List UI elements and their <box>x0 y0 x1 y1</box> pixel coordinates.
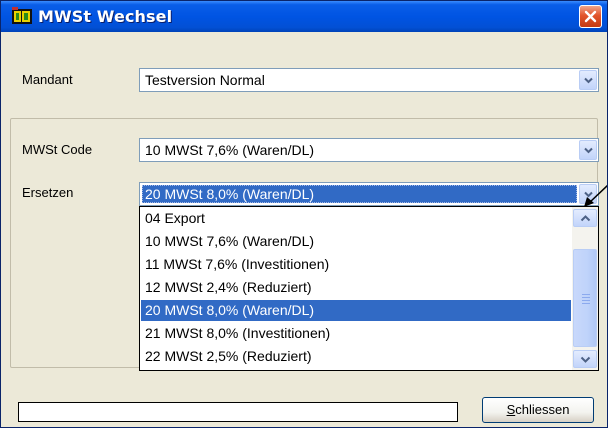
chevron-down-icon <box>584 147 593 154</box>
close-button[interactable]: Schliessen <box>482 397 594 423</box>
dialog-window: MWSt Wechsel Mandant Testversion Normal … <box>0 0 608 428</box>
chevron-down-icon <box>584 77 593 84</box>
grip-line <box>582 294 590 295</box>
dropdown-option[interactable]: 10 MWSt 7,6% (Waren/DL) <box>141 231 571 252</box>
arrow-pointer-icon <box>584 184 607 207</box>
dropdown-option[interactable]: 12 MWSt 2,4% (Reduziert) <box>141 277 571 298</box>
grip-line <box>582 300 590 301</box>
window-title: MWSt Wechsel <box>38 7 173 26</box>
ersetzen-label: Ersetzen <box>22 185 74 200</box>
chevron-up-icon <box>580 215 591 222</box>
ersetzen-dropdown-list[interactable]: 04 Export 10 MWSt 7,6% (Waren/DL) 11 MWS… <box>139 206 599 371</box>
mandant-select[interactable]: Testversion Normal <box>139 68 599 92</box>
mandant-label: Mandant <box>22 72 73 87</box>
ersetzen-select[interactable]: 20 MWSt 8,0% (Waren/DL) <box>139 182 599 206</box>
dropdown-option-selected[interactable]: 20 MWSt 8,0% (Waren/DL) <box>141 300 571 321</box>
ersetzen-select-value: 20 MWSt 8,0% (Waren/DL) <box>142 185 577 203</box>
grip-line <box>582 297 590 298</box>
scroll-down-button[interactable] <box>573 350 597 368</box>
mwst-code-label: MWSt Code <box>22 142 93 157</box>
mandant-select-value: Testversion Normal <box>145 72 265 88</box>
dropdown-scrollbar[interactable] <box>572 207 598 370</box>
app-icon <box>12 7 32 26</box>
close-button-label: chliessen <box>515 402 570 417</box>
close-button-mnemonic: S <box>506 402 516 417</box>
dropdown-option[interactable]: 04 Export <box>141 208 571 229</box>
chevron-down-icon <box>580 356 591 363</box>
scroll-up-button[interactable] <box>573 209 597 227</box>
mwst-code-select[interactable]: 10 MWSt 7,6% (Waren/DL) <box>139 138 599 162</box>
close-window-button[interactable] <box>579 5 602 28</box>
mwst-code-dropdown-button[interactable] <box>579 140 597 160</box>
dropdown-option[interactable]: 22 MWSt 2,5% (Reduziert) <box>141 346 571 367</box>
dropdown-option[interactable]: 21 MWSt 8,0% (Investitionen) <box>141 323 571 344</box>
mwst-code-select-value: 10 MWSt 7,6% (Waren/DL) <box>145 142 315 158</box>
title-bar[interactable]: MWSt Wechsel <box>1 1 607 32</box>
mandant-dropdown-button[interactable] <box>579 70 597 90</box>
close-icon <box>584 10 597 23</box>
dropdown-option[interactable]: 11 MWSt 7,6% (Investitionen) <box>141 254 571 275</box>
progress-bar <box>18 402 458 422</box>
grip-line <box>582 303 590 304</box>
scroll-thumb[interactable] <box>573 249 597 347</box>
